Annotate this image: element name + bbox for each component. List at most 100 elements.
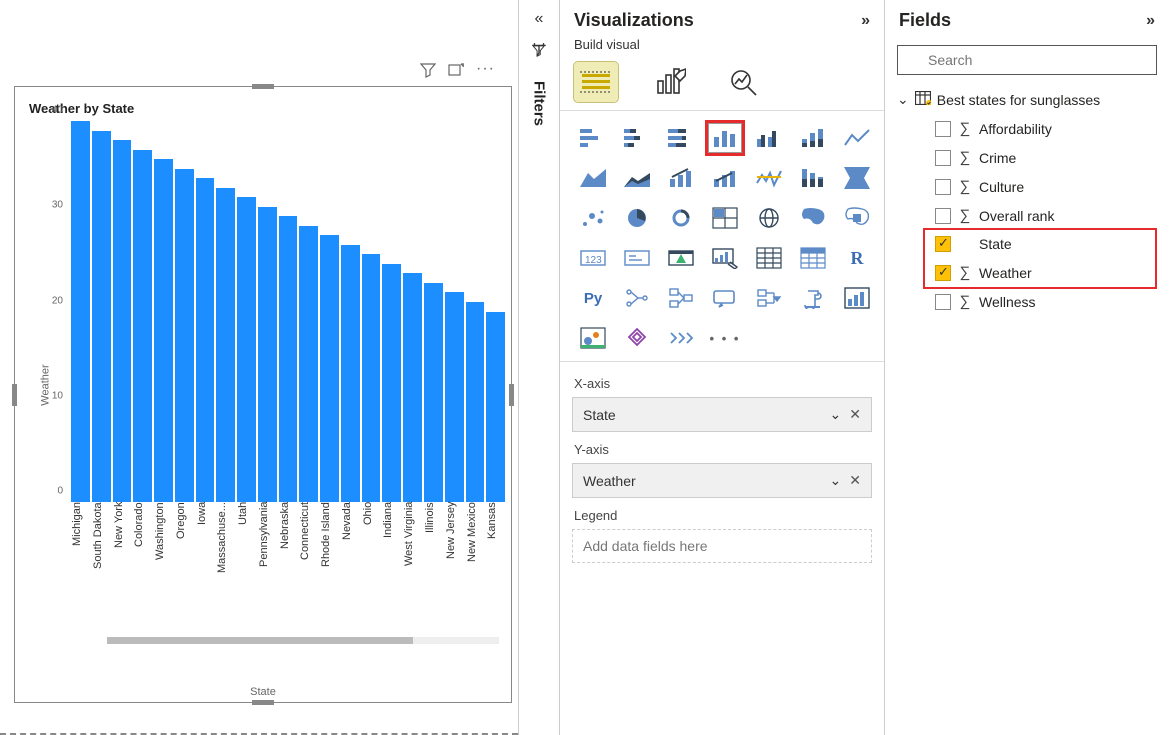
viz-type-icon[interactable] bbox=[664, 203, 698, 233]
chart-bar[interactable] bbox=[424, 283, 443, 502]
viz-type-icon[interactable] bbox=[708, 203, 742, 233]
chart-bar[interactable] bbox=[320, 235, 339, 502]
analytics-tab[interactable] bbox=[722, 62, 766, 102]
filter-pane-icon[interactable] bbox=[530, 42, 548, 63]
viz-type-icon[interactable] bbox=[620, 163, 654, 193]
filters-pane-label[interactable]: Filters bbox=[531, 77, 548, 126]
chart-visual[interactable]: Weather by State Weather 010203040 Michi… bbox=[14, 86, 512, 703]
field-row[interactable]: ∑Wellness bbox=[893, 287, 1161, 316]
chart-bar[interactable] bbox=[258, 207, 277, 502]
viz-type-icon[interactable]: • • • bbox=[708, 323, 742, 353]
viz-type-icon[interactable] bbox=[840, 203, 874, 233]
field-checkbox[interactable] bbox=[935, 121, 951, 137]
field-checkbox[interactable] bbox=[935, 294, 951, 310]
viz-type-icon[interactable] bbox=[576, 203, 610, 233]
build-visual-tab[interactable] bbox=[574, 62, 618, 102]
chart-scrollbar[interactable] bbox=[107, 637, 499, 644]
viz-type-icon[interactable] bbox=[708, 123, 742, 153]
chart-bar[interactable] bbox=[466, 302, 485, 502]
field-checkbox[interactable] bbox=[935, 236, 951, 252]
chevron-down-icon[interactable]: ⌄ bbox=[830, 472, 842, 489]
focus-mode-icon[interactable] bbox=[448, 62, 464, 81]
search-input[interactable] bbox=[897, 45, 1157, 75]
chart-bar[interactable] bbox=[175, 169, 194, 502]
field-checkbox[interactable] bbox=[935, 265, 951, 281]
viz-type-icon[interactable] bbox=[664, 123, 698, 153]
viz-type-icon[interactable] bbox=[664, 283, 698, 313]
field-row[interactable]: ∑Crime bbox=[893, 143, 1161, 172]
viz-type-icon[interactable] bbox=[620, 123, 654, 153]
field-checkbox[interactable] bbox=[935, 150, 951, 166]
field-row[interactable]: ∑Affordability bbox=[893, 114, 1161, 143]
chart-bar[interactable] bbox=[403, 273, 422, 502]
viz-type-icon[interactable] bbox=[840, 283, 874, 313]
resize-handle[interactable] bbox=[12, 384, 17, 406]
viz-type-icon[interactable] bbox=[752, 243, 786, 273]
chart-bar[interactable] bbox=[445, 292, 464, 502]
chart-bar[interactable] bbox=[71, 121, 90, 502]
viz-type-icon[interactable] bbox=[796, 283, 830, 313]
chart-bar[interactable] bbox=[279, 216, 298, 502]
chevron-down-icon[interactable]: ⌄ bbox=[830, 406, 842, 423]
viz-type-icon[interactable] bbox=[752, 163, 786, 193]
collapse-filters-icon[interactable]: « bbox=[535, 10, 544, 28]
remove-field-icon[interactable]: ✕ bbox=[849, 406, 861, 423]
x-axis-well[interactable]: State ⌄✕ bbox=[572, 397, 872, 432]
chart-bar[interactable] bbox=[113, 140, 132, 502]
resize-handle[interactable] bbox=[252, 84, 274, 89]
viz-type-icon[interactable] bbox=[664, 163, 698, 193]
viz-type-icon[interactable] bbox=[664, 323, 698, 353]
legend-well[interactable]: Add data fields here bbox=[572, 529, 872, 563]
viz-type-icon[interactable] bbox=[840, 163, 874, 193]
viz-type-icon[interactable] bbox=[576, 163, 610, 193]
table-node[interactable]: ⌄ Best states for sunglasses bbox=[893, 85, 1161, 114]
field-checkbox[interactable] bbox=[935, 179, 951, 195]
viz-type-icon[interactable] bbox=[752, 123, 786, 153]
field-row[interactable]: ∑Overall rank bbox=[893, 201, 1161, 230]
field-checkbox[interactable] bbox=[935, 208, 951, 224]
field-row[interactable]: ∑Weather bbox=[893, 258, 1161, 287]
viz-type-icon[interactable]: R bbox=[840, 243, 874, 273]
chart-bar[interactable] bbox=[237, 197, 256, 502]
collapse-viz-icon[interactable]: » bbox=[861, 12, 870, 30]
collapse-fields-icon[interactable]: » bbox=[1146, 12, 1155, 30]
filter-icon[interactable] bbox=[420, 62, 436, 81]
viz-type-icon[interactable] bbox=[796, 163, 830, 193]
viz-type-icon[interactable]: 123 bbox=[576, 243, 610, 273]
resize-handle[interactable] bbox=[509, 384, 514, 406]
viz-type-icon[interactable] bbox=[752, 283, 786, 313]
viz-type-icon[interactable] bbox=[620, 323, 654, 353]
chart-bar[interactable] bbox=[133, 150, 152, 502]
field-row[interactable]: State bbox=[893, 230, 1161, 258]
y-axis-well[interactable]: Weather ⌄✕ bbox=[572, 463, 872, 498]
viz-type-icon[interactable] bbox=[708, 283, 742, 313]
viz-type-icon[interactable] bbox=[620, 203, 654, 233]
format-visual-tab[interactable] bbox=[648, 62, 692, 102]
more-options-icon[interactable]: ··· bbox=[476, 62, 492, 78]
chart-bar[interactable] bbox=[299, 226, 318, 502]
viz-type-icon[interactable] bbox=[752, 203, 786, 233]
viz-type-icon[interactable] bbox=[576, 323, 610, 353]
chart-bar[interactable] bbox=[486, 312, 505, 503]
chart-bar[interactable] bbox=[216, 188, 235, 502]
chart-bar[interactable] bbox=[154, 159, 173, 502]
viz-type-icon[interactable] bbox=[796, 123, 830, 153]
chart-bar[interactable] bbox=[382, 264, 401, 502]
viz-type-icon[interactable] bbox=[620, 283, 654, 313]
viz-type-icon[interactable] bbox=[796, 203, 830, 233]
viz-type-icon[interactable] bbox=[840, 123, 874, 153]
resize-handle[interactable] bbox=[252, 700, 274, 705]
viz-type-icon[interactable] bbox=[708, 163, 742, 193]
field-row[interactable]: ∑Culture bbox=[893, 172, 1161, 201]
remove-field-icon[interactable]: ✕ bbox=[849, 472, 861, 489]
viz-type-icon[interactable]: Py bbox=[576, 283, 610, 313]
chart-bar[interactable] bbox=[196, 178, 215, 502]
viz-type-icon[interactable] bbox=[664, 243, 698, 273]
chart-bar[interactable] bbox=[341, 245, 360, 502]
chart-bar[interactable] bbox=[362, 254, 381, 502]
viz-type-icon[interactable] bbox=[576, 123, 610, 153]
viz-type-icon[interactable] bbox=[620, 243, 654, 273]
chart-bar[interactable] bbox=[92, 131, 111, 502]
viz-type-icon[interactable] bbox=[796, 243, 830, 273]
viz-type-icon[interactable] bbox=[708, 243, 742, 273]
